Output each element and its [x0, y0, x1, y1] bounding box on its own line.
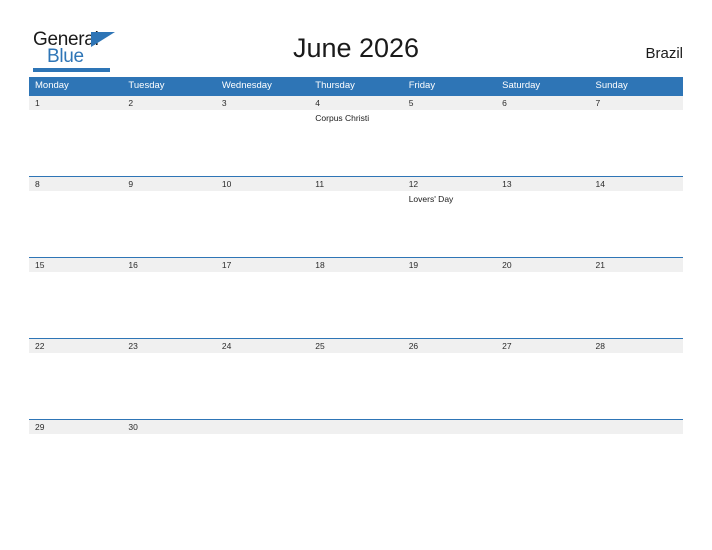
day-event[interactable] — [122, 110, 215, 176]
day-event[interactable] — [496, 191, 589, 257]
day-event[interactable] — [29, 191, 122, 257]
day-number[interactable]: 11 — [309, 177, 402, 191]
day-number[interactable]: 12 — [403, 177, 496, 191]
weekday-thursday: Thursday — [315, 80, 355, 91]
week-event-band: Lovers' Day — [29, 191, 683, 257]
day-number[interactable]: 8 — [29, 177, 122, 191]
day-number[interactable]: 3 — [216, 96, 309, 110]
page-header: General Blue June 2026 Brazil — [0, 0, 712, 76]
day-event[interactable] — [122, 353, 215, 419]
day-number[interactable]: 9 — [122, 177, 215, 191]
week-event-band — [29, 272, 683, 338]
day-number[interactable]: 17 — [216, 258, 309, 272]
day-number[interactable]: 19 — [403, 258, 496, 272]
calendar-week-row: 29 30 — [29, 419, 683, 500]
day-event[interactable] — [29, 434, 122, 500]
day-number[interactable]: 13 — [496, 177, 589, 191]
day-number[interactable]: 16 — [122, 258, 215, 272]
week-date-band: 29 30 — [29, 420, 683, 434]
day-number[interactable]: 21 — [590, 258, 683, 272]
day-event[interactable] — [590, 272, 683, 338]
week-event-band: Corpus Christi — [29, 110, 683, 176]
day-event[interactable] — [496, 272, 589, 338]
day-number[interactable]: 20 — [496, 258, 589, 272]
day-event[interactable] — [29, 110, 122, 176]
day-event[interactable] — [122, 434, 215, 500]
day-event[interactable] — [590, 110, 683, 176]
week-event-band — [29, 353, 683, 419]
day-number[interactable]: 23 — [122, 339, 215, 353]
day-event[interactable] — [496, 110, 589, 176]
week-date-band: 1 2 3 4 5 6 7 — [29, 96, 683, 110]
day-event[interactable] — [309, 353, 402, 419]
weekday-saturday: Saturday — [502, 80, 541, 91]
day-event[interactable] — [216, 191, 309, 257]
day-event-empty — [403, 434, 496, 500]
day-event[interactable] — [403, 110, 496, 176]
day-number[interactable]: 24 — [216, 339, 309, 353]
calendar-week-row: 15 16 17 18 19 20 21 — [29, 257, 683, 338]
day-number[interactable]: 22 — [29, 339, 122, 353]
day-number[interactable]: 4 — [309, 96, 402, 110]
day-event[interactable] — [29, 272, 122, 338]
day-event-empty — [309, 434, 402, 500]
day-number[interactable]: 14 — [590, 177, 683, 191]
day-number-empty — [589, 420, 683, 434]
week-event-band — [29, 434, 683, 500]
day-event-empty — [590, 434, 683, 500]
calendar-grid: Monday Tuesday Wednesday Thursday Friday… — [29, 77, 683, 500]
page-title: June 2026 — [292, 33, 420, 63]
day-number[interactable]: 29 — [29, 420, 123, 434]
day-event[interactable] — [216, 353, 309, 419]
calendar-week-row: 8 9 10 11 12 13 14 Lovers' Day — [29, 176, 683, 257]
day-number[interactable]: 26 — [403, 339, 496, 353]
day-event[interactable] — [309, 272, 402, 338]
day-number-empty — [402, 420, 497, 434]
day-event[interactable]: Lovers' Day — [403, 191, 496, 257]
day-number[interactable]: 15 — [29, 258, 122, 272]
day-event[interactable] — [122, 191, 215, 257]
weekday-header-row: Monday Tuesday Wednesday Thursday Friday… — [29, 77, 683, 95]
week-date-band: 22 23 24 25 26 27 28 — [29, 339, 683, 353]
day-event[interactable] — [590, 191, 683, 257]
country-label: Brazil — [645, 45, 683, 62]
weekday-sunday: Sunday — [595, 80, 628, 91]
day-event[interactable] — [29, 353, 122, 419]
day-event[interactable] — [590, 353, 683, 419]
day-number[interactable]: 2 — [122, 96, 215, 110]
calendar-week-row: 1 2 3 4 5 6 7 Corpus Christi — [29, 95, 683, 176]
day-event[interactable] — [216, 110, 309, 176]
week-date-band: 8 9 10 11 12 13 14 — [29, 177, 683, 191]
calendar-week-row: 22 23 24 25 26 27 28 — [29, 338, 683, 419]
day-number[interactable]: 10 — [216, 177, 309, 191]
day-event[interactable] — [496, 353, 589, 419]
day-number[interactable]: 28 — [590, 339, 683, 353]
calendar-page: General Blue June 2026 Brazil Monday Tue… — [0, 0, 712, 550]
day-number-empty — [309, 420, 403, 434]
day-event[interactable] — [216, 272, 309, 338]
weekday-friday: Friday — [408, 80, 436, 91]
day-number[interactable]: 5 — [403, 96, 496, 110]
day-event[interactable] — [122, 272, 215, 338]
day-number[interactable]: 7 — [590, 96, 683, 110]
day-number[interactable]: 25 — [309, 339, 402, 353]
day-number-empty — [215, 420, 310, 434]
logo-underline-rule — [33, 68, 110, 72]
week-date-band: 15 16 17 18 19 20 21 — [29, 258, 683, 272]
day-number[interactable]: 18 — [309, 258, 402, 272]
day-event[interactable] — [309, 191, 402, 257]
day-event[interactable] — [403, 353, 496, 419]
day-event-empty — [216, 434, 309, 500]
day-number[interactable]: 6 — [496, 96, 589, 110]
day-event-empty — [496, 434, 589, 500]
day-event[interactable]: Corpus Christi — [309, 110, 402, 176]
day-number[interactable]: 27 — [496, 339, 589, 353]
day-number-empty — [496, 420, 590, 434]
day-number[interactable]: 30 — [122, 420, 216, 434]
day-event[interactable] — [403, 272, 496, 338]
weekday-wednesday: Wednesday — [221, 80, 272, 91]
weekday-monday: Monday — [35, 80, 69, 91]
day-number[interactable]: 1 — [29, 96, 122, 110]
weekday-tuesday: Tuesday — [128, 80, 165, 91]
